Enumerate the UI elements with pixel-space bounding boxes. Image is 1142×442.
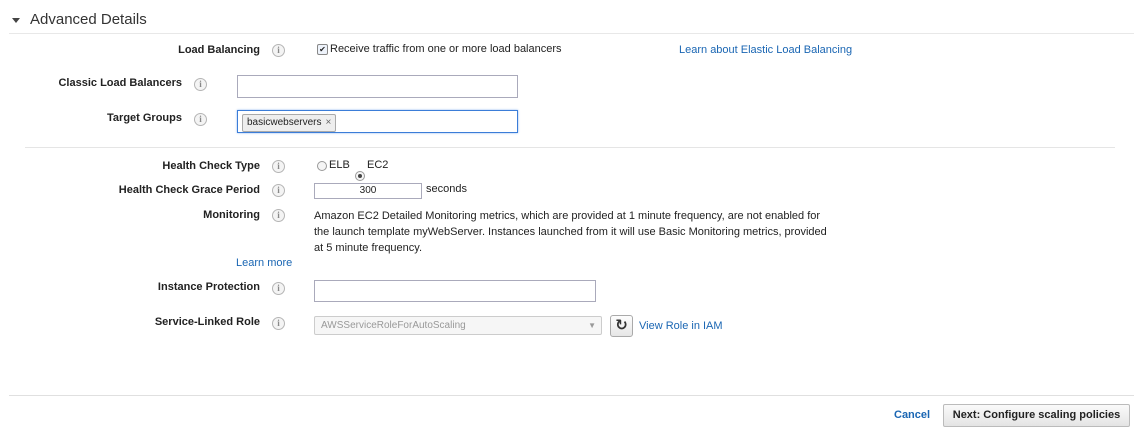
learn-elb-link[interactable]: Learn about Elastic Load Balancing [679,44,852,56]
monitoring-label: Monitoring [203,209,260,221]
service-role-select[interactable]: AWSServiceRoleForAutoScaling ▼ [314,316,602,335]
next-configure-scaling-policies-button[interactable]: Next: Configure scaling policies [943,404,1130,427]
monitoring-learn-more-link[interactable]: Learn more [236,257,292,269]
refresh-icon: ↻ [615,317,628,334]
remove-tag-icon[interactable]: × [325,115,331,131]
info-icon[interactable]: i [194,78,207,91]
caret-down-icon[interactable] [12,18,20,23]
ec2-radio[interactable] [355,171,365,181]
load-balancing-checkbox[interactable]: ✔ [317,44,328,55]
dropdown-arrow-icon: ▼ [588,321,596,330]
info-icon[interactable]: i [272,184,285,197]
target-group-tag: basicwebservers × [242,114,337,132]
refresh-button[interactable]: ↻ [610,315,633,337]
info-icon[interactable]: i [272,160,285,173]
elb-radio-label[interactable]: ELB [329,159,350,171]
grace-period-input[interactable]: 300 [314,183,422,199]
monitoring-line: at 5 minute frequency. [314,242,423,254]
load-balancing-checkbox-label[interactable]: Receive traffic from one or more load ba… [330,43,562,55]
target-group-tag-label: basicwebservers [247,117,322,128]
health-check-type-label: Health Check Type [162,160,260,172]
ec2-radio-label[interactable]: EC2 [367,159,388,171]
info-icon[interactable]: i [272,209,285,222]
instance-protection-label: Instance Protection [157,281,260,293]
header-divider [9,33,1134,34]
info-icon[interactable]: i [194,113,207,126]
section-divider [25,147,1115,148]
target-groups-label: Target Groups [107,112,182,124]
view-role-in-iam-link[interactable]: View Role in IAM [639,320,723,332]
grace-period-unit: seconds [426,183,467,195]
monitoring-description: Amazon EC2 Detailed Monitoring metrics, … [314,208,874,256]
target-groups-input[interactable]: basicwebservers × [237,110,518,133]
info-icon[interactable]: i [272,44,285,57]
service-role-label: Service-Linked Role [154,316,260,328]
section-title: Advanced Details [30,11,147,28]
monitoring-line: the launch template myWebServer. Instanc… [314,226,827,238]
load-balancing-label: Load Balancing [178,44,260,56]
info-icon[interactable]: i [272,282,285,295]
section-advanced-details-header[interactable]: Advanced Details [12,11,147,28]
service-role-value: AWSServiceRoleForAutoScaling [321,320,466,331]
cancel-button[interactable]: Cancel [894,409,930,421]
classic-lb-label: Classic Load Balancers [58,77,182,89]
classic-lb-input[interactable] [237,75,518,98]
grace-period-label: Health Check Grace Period [118,184,260,196]
monitoring-line: Amazon EC2 Detailed Monitoring metrics, … [314,210,821,222]
instance-protection-input[interactable] [314,280,596,302]
info-icon[interactable]: i [272,317,285,330]
elb-radio[interactable] [317,161,327,171]
footer-divider [9,395,1134,396]
